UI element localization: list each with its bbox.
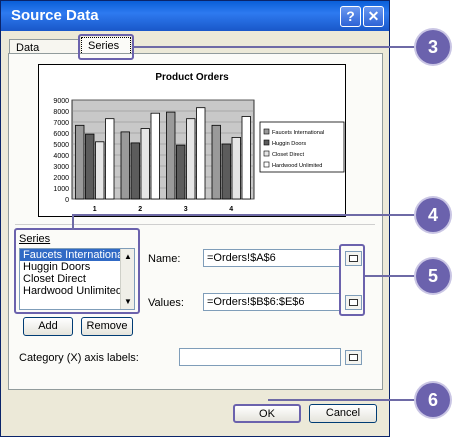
- bar: [150, 112, 160, 200]
- name-field[interactable]: =Orders!$A$6: [203, 249, 341, 267]
- y-tick-label: 6000: [53, 131, 69, 138]
- category-axis-label: Category (X) axis labels:: [19, 352, 139, 364]
- values-label: Values:: [148, 297, 184, 309]
- y-tick-label: 4000: [53, 153, 69, 160]
- name-label: Name:: [148, 253, 181, 265]
- legend-swatch: [263, 128, 270, 135]
- callout-line: [365, 275, 416, 277]
- bar: [140, 128, 150, 200]
- callout-line: [72, 214, 416, 216]
- y-tick-label: 7000: [53, 120, 69, 127]
- legend-label: Faucets International: [272, 130, 324, 136]
- values-field[interactable]: =Orders!$B$6:$E$6: [203, 293, 341, 311]
- bar: [85, 133, 95, 200]
- legend-swatch: [263, 150, 270, 157]
- bar: [166, 111, 176, 200]
- chart-svg: Product Orders 0 1000 2000 3000 4000 5000 6000 7…: [53, 72, 345, 213]
- help-button[interactable]: ?: [340, 6, 361, 27]
- callout-highlight-tab: [78, 34, 134, 60]
- y-tick-label: 5000: [53, 142, 69, 149]
- callout-line: [134, 46, 416, 48]
- chart-title: Product Orders: [155, 72, 229, 83]
- callout-badge: 4: [416, 198, 450, 232]
- add-button[interactable]: Add: [23, 317, 73, 336]
- bar: [75, 124, 85, 200]
- x-tick-label: 2: [138, 206, 142, 213]
- callout-highlight-pickers: [339, 244, 365, 316]
- callout-line: [72, 214, 74, 230]
- source-data-dialog: Source Data ? ✕ Data Range Series Produc…: [0, 0, 390, 437]
- legend-label: Closet Direct: [272, 152, 304, 158]
- x-tick-label: 1: [93, 206, 97, 213]
- legend-swatch: [263, 139, 270, 146]
- y-tick-label: 3000: [53, 164, 69, 171]
- dialog-title: Source Data: [11, 7, 99, 24]
- title-bar[interactable]: Source Data ? ✕: [1, 1, 389, 31]
- callout-line: [268, 399, 416, 401]
- bar: [176, 144, 186, 200]
- legend-label: Huggin Doors: [272, 141, 306, 147]
- x-tick-label: 3: [184, 206, 188, 213]
- x-tick-label: 4: [229, 206, 233, 213]
- legend-label: Hardwood Unlimited: [272, 163, 322, 169]
- bar: [186, 118, 196, 200]
- callout-highlight-series: [14, 228, 140, 314]
- close-button[interactable]: ✕: [363, 6, 384, 27]
- y-tick-label: 9000: [53, 98, 69, 105]
- bar: [241, 116, 251, 200]
- callout-badge: 5: [416, 259, 450, 293]
- callout-badge: 6: [416, 383, 450, 417]
- divider: [15, 224, 375, 225]
- y-tick-label: 2000: [53, 175, 69, 182]
- bar: [120, 131, 130, 200]
- bar: [196, 107, 206, 200]
- collapse-dialog-icon[interactable]: [345, 350, 362, 365]
- cancel-button[interactable]: Cancel: [309, 404, 377, 423]
- remove-button[interactable]: Remove: [81, 317, 133, 336]
- bar: [95, 141, 105, 200]
- bar: [231, 137, 241, 200]
- y-tick-label: 8000: [53, 109, 69, 116]
- bar: [105, 118, 115, 200]
- legend-swatch: [263, 161, 270, 168]
- callout-badge: 3: [416, 30, 450, 64]
- bar: [130, 142, 140, 200]
- y-tick-label: 1000: [53, 186, 69, 193]
- bar: [221, 143, 231, 200]
- y-tick-label: 0: [65, 197, 69, 204]
- range-picker-glyph: [349, 354, 358, 361]
- ok-button[interactable]: OK: [233, 404, 301, 423]
- bar: [211, 124, 221, 200]
- category-axis-field[interactable]: [179, 348, 341, 366]
